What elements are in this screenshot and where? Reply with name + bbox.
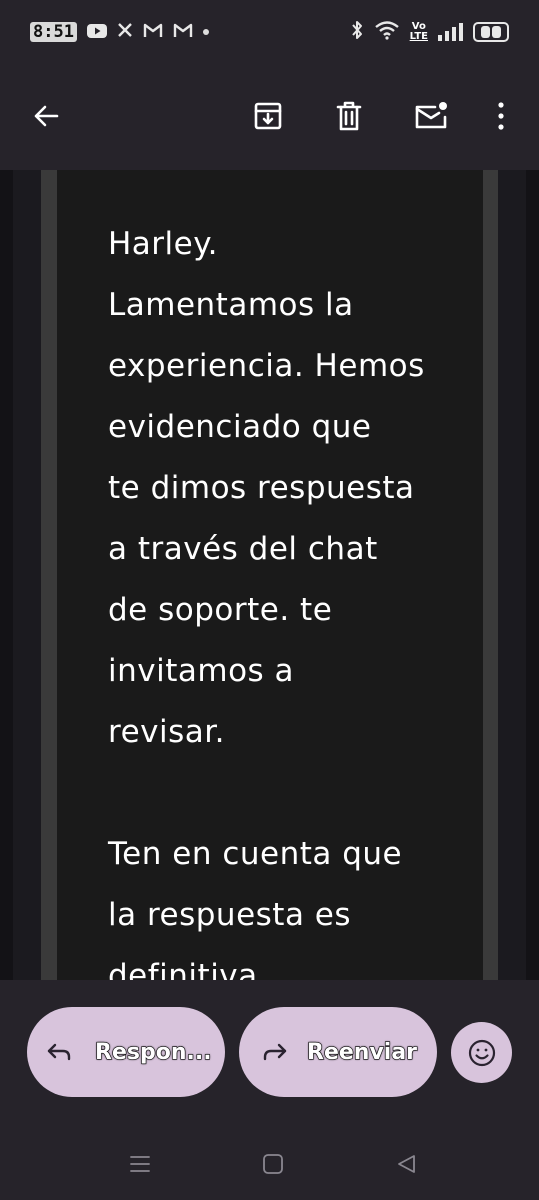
message-text: Harley. Lamentamos la experiencia. Hemos… bbox=[108, 214, 468, 980]
bluetooth-icon bbox=[350, 20, 364, 44]
battery-icon bbox=[473, 22, 509, 42]
status-time: 8:51 bbox=[30, 22, 77, 42]
delete-button[interactable] bbox=[329, 96, 369, 136]
left-border-inner bbox=[41, 170, 57, 980]
message-line: definitiva. bbox=[108, 958, 269, 980]
message-line: te dimos respuesta bbox=[108, 470, 415, 506]
volte-icon: Vo LTE bbox=[410, 22, 428, 42]
reply-button[interactable]: Respon... bbox=[27, 1007, 225, 1097]
message-line: Ten en cuenta que bbox=[108, 836, 403, 872]
right-border-outer bbox=[498, 170, 526, 980]
email-toolbar bbox=[0, 78, 539, 154]
message-line: revisar. bbox=[108, 714, 225, 750]
message-line: experiencia. Hemos bbox=[108, 348, 425, 384]
x-icon bbox=[117, 22, 133, 42]
emoji-reaction-button[interactable] bbox=[451, 1022, 512, 1083]
home-button[interactable] bbox=[258, 1149, 288, 1179]
delete-icon bbox=[336, 101, 362, 131]
system-nav-bar bbox=[0, 1125, 539, 1200]
home-square-icon bbox=[263, 1154, 283, 1174]
message-line: evidenciado que bbox=[108, 409, 372, 445]
reply-actions: Respon... Reenviar bbox=[0, 1005, 539, 1100]
archive-icon bbox=[254, 102, 282, 130]
more-options-button[interactable] bbox=[481, 96, 521, 136]
back-button[interactable] bbox=[26, 96, 66, 136]
volte-label-bottom: LTE bbox=[409, 31, 428, 42]
message-line: de soporte. te bbox=[108, 592, 333, 628]
back-triangle-icon bbox=[398, 1155, 415, 1173]
mark-unread-icon bbox=[415, 102, 447, 129]
emoji-smile-icon bbox=[468, 1039, 495, 1066]
recent-apps-button[interactable] bbox=[125, 1149, 155, 1179]
left-border-outer bbox=[13, 170, 41, 980]
message-panel: Harley. Lamentamos la experiencia. Hemos… bbox=[57, 170, 483, 980]
gmail-icon bbox=[143, 23, 163, 42]
message-line: la respuesta es bbox=[108, 897, 352, 933]
email-body[interactable]: Harley. Lamentamos la experiencia. Hemos… bbox=[0, 170, 539, 980]
signal-icon bbox=[438, 23, 463, 41]
forward-label: Reenviar bbox=[306, 1039, 418, 1065]
reply-icon bbox=[47, 1043, 71, 1061]
status-bar-left: 8:51 bbox=[30, 22, 209, 42]
status-bar: 8:51 Vo LTE bbox=[0, 0, 539, 64]
system-back-button[interactable] bbox=[391, 1149, 421, 1179]
forward-icon bbox=[263, 1043, 287, 1061]
reply-label: Respon... bbox=[94, 1039, 212, 1065]
wifi-icon bbox=[374, 20, 400, 44]
mark-unread-button[interactable] bbox=[411, 96, 451, 136]
more-notifications-dot-icon bbox=[202, 29, 209, 35]
message-line: Lamentamos la bbox=[108, 287, 354, 323]
message-line: Harley. bbox=[108, 226, 219, 262]
more-vert-icon bbox=[498, 102, 504, 130]
message-line: a través del chat bbox=[108, 531, 378, 567]
forward-button[interactable]: Reenviar bbox=[239, 1007, 437, 1097]
right-border-inner bbox=[482, 170, 498, 980]
status-bar-right: Vo LTE bbox=[350, 20, 509, 44]
gmail-icon bbox=[173, 23, 193, 42]
archive-button[interactable] bbox=[248, 96, 288, 136]
youtube-icon bbox=[86, 23, 107, 42]
arrow-left-icon bbox=[34, 105, 59, 127]
message-line: invitamos a bbox=[108, 653, 295, 689]
menu-icon bbox=[130, 1156, 150, 1172]
